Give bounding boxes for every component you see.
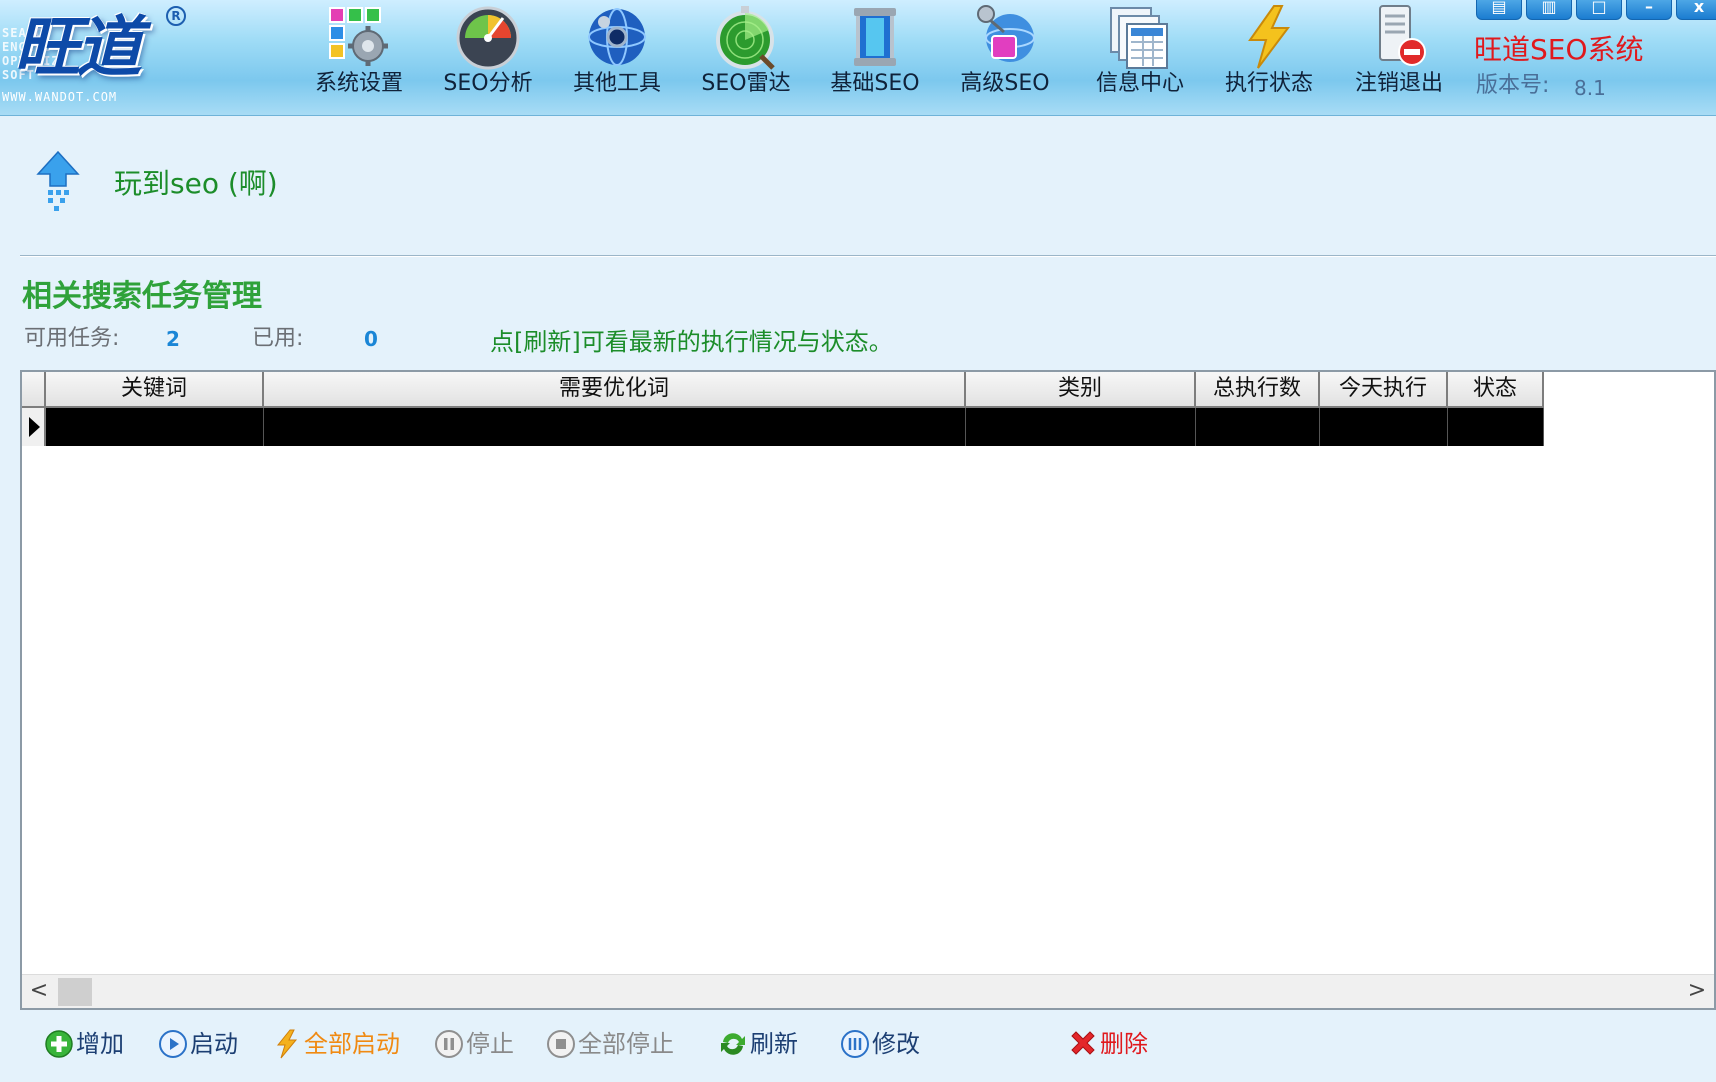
refresh-hint: 点[刷新]可看最新的执行情况与状态。 (490, 328, 893, 356)
used-tasks-value: 0 (364, 327, 378, 351)
column-header-optimize-words[interactable]: 需要优化词 (264, 372, 966, 408)
column-header-keyword[interactable]: 关键词 (46, 372, 264, 408)
stop-label: 停止 (466, 1030, 514, 1058)
lightning-icon (276, 1029, 298, 1059)
scroll-right-button[interactable]: > (1680, 975, 1714, 1009)
toolbar-label: 其他工具 (572, 71, 661, 96)
cylinder-icon (854, 8, 896, 66)
gauge-icon (456, 6, 520, 70)
column-header-today-exec[interactable]: 今天执行 (1320, 372, 1448, 408)
used-tasks-label: 已用: (252, 326, 304, 351)
column-header-category[interactable]: 类别 (966, 372, 1196, 408)
edit-label: 修改 (872, 1030, 920, 1058)
current-row-icon (29, 417, 40, 437)
toolbar-label: SEO雷达 (701, 71, 791, 96)
row-indicator[interactable] (22, 408, 46, 446)
table-cell[interactable] (966, 408, 1196, 446)
toolbar-other-tools[interactable]: 其他工具 (552, 0, 682, 104)
play-circle-icon (159, 1030, 187, 1058)
toolbar-logout[interactable]: 注销退出 (1334, 0, 1464, 104)
toolbar-seo-analysis[interactable]: SEO分析 (423, 0, 553, 104)
refresh-icon (721, 1033, 745, 1055)
toolbar-basic-seo[interactable]: 基础SEO (810, 0, 940, 104)
top-toolbar: SEARCH ENGINE OPTIMIZE SOFT 旺道 R WWW.WAN… (0, 0, 1716, 116)
version-value: 8.1 (1574, 76, 1606, 100)
grid-corner-header (22, 372, 46, 408)
task-grid[interactable]: 关键词 需要优化词 类别 总执行数 今天执行 状态 < > (20, 370, 1716, 1010)
start-all-label: 全部启动 (304, 1030, 400, 1058)
horizontal-scrollbar[interactable]: < > (22, 974, 1714, 1008)
pause-circle-icon (435, 1030, 463, 1058)
table-cell[interactable] (1196, 408, 1320, 446)
satellite-icon (977, 5, 1035, 62)
stop-all-label: 全部停止 (578, 1030, 674, 1058)
toolbar-label: 高级SEO (960, 71, 1050, 96)
toolbar-label: 系统设置 (314, 71, 403, 96)
start-label: 启动 (190, 1030, 238, 1058)
toolbar-seo-radar[interactable]: SEO雷达 (681, 0, 811, 104)
version-label: 版本号: (1476, 73, 1550, 98)
toolbar-label: 基础SEO (830, 71, 920, 96)
column-header-status[interactable]: 状态 (1448, 372, 1544, 408)
delete-x-icon (1071, 1031, 1095, 1055)
logo-text: 旺道 (14, 8, 142, 86)
minimize-button[interactable]: – (1626, 0, 1672, 20)
edit-circle-icon (841, 1030, 869, 1058)
window-button[interactable]: ▥ (1526, 0, 1572, 20)
delete-label: 删除 (1100, 1030, 1148, 1058)
plus-circle-icon (45, 1030, 73, 1058)
app-logo: SEARCH ENGINE OPTIMIZE SOFT 旺道 R WWW.WAN… (0, 0, 200, 110)
toolbar-label: SEO分析 (443, 71, 533, 96)
toolbar-advanced-seo[interactable]: 高级SEO (940, 0, 1070, 104)
settings-grid-icon (329, 7, 388, 66)
toolbar-label: 执行状态 (1224, 71, 1313, 96)
toolbar-exec-status[interactable]: 执行状态 (1204, 0, 1334, 104)
upload-arrow-icon (36, 150, 80, 211)
table-cell[interactable] (264, 408, 966, 446)
registered-mark: R (166, 6, 186, 26)
globe-tools-icon (588, 8, 646, 66)
radar-icon (716, 6, 775, 70)
documents-icon (1110, 7, 1168, 69)
available-tasks-value: 2 (166, 327, 180, 351)
stop-circle-icon (547, 1030, 575, 1058)
column-header-total-exec[interactable]: 总执行数 (1196, 372, 1320, 408)
available-tasks-label: 可用任务: (24, 326, 120, 351)
window-button[interactable]: □ (1576, 0, 1622, 20)
scroll-thumb[interactable] (58, 978, 92, 1006)
page-title: 玩到seo (啊) (114, 167, 278, 200)
logo-url: WWW.WANDOT.COM (2, 90, 118, 104)
app-title: 旺道SEO系统 (1474, 33, 1644, 66)
lightning-icon (1248, 5, 1290, 69)
table-cell[interactable] (46, 408, 264, 446)
close-button[interactable]: x (1676, 0, 1716, 20)
toolbar-label: 信息中心 (1095, 71, 1184, 96)
table-cell[interactable] (1320, 408, 1448, 446)
toolbar-label: 注销退出 (1354, 71, 1443, 96)
logout-server-icon (1379, 5, 1426, 66)
window-button[interactable]: ▤ (1476, 0, 1522, 20)
section-title: 相关搜索任务管理 (22, 279, 262, 314)
scroll-left-button[interactable]: < (22, 975, 56, 1009)
divider (20, 255, 1716, 257)
toolbar-system-settings[interactable]: 系统设置 (294, 0, 424, 104)
refresh-label: 刷新 (750, 1030, 798, 1058)
toolbar-info-center[interactable]: 信息中心 (1075, 0, 1205, 104)
add-label: 增加 (76, 1030, 124, 1058)
table-cell[interactable] (1448, 408, 1544, 446)
